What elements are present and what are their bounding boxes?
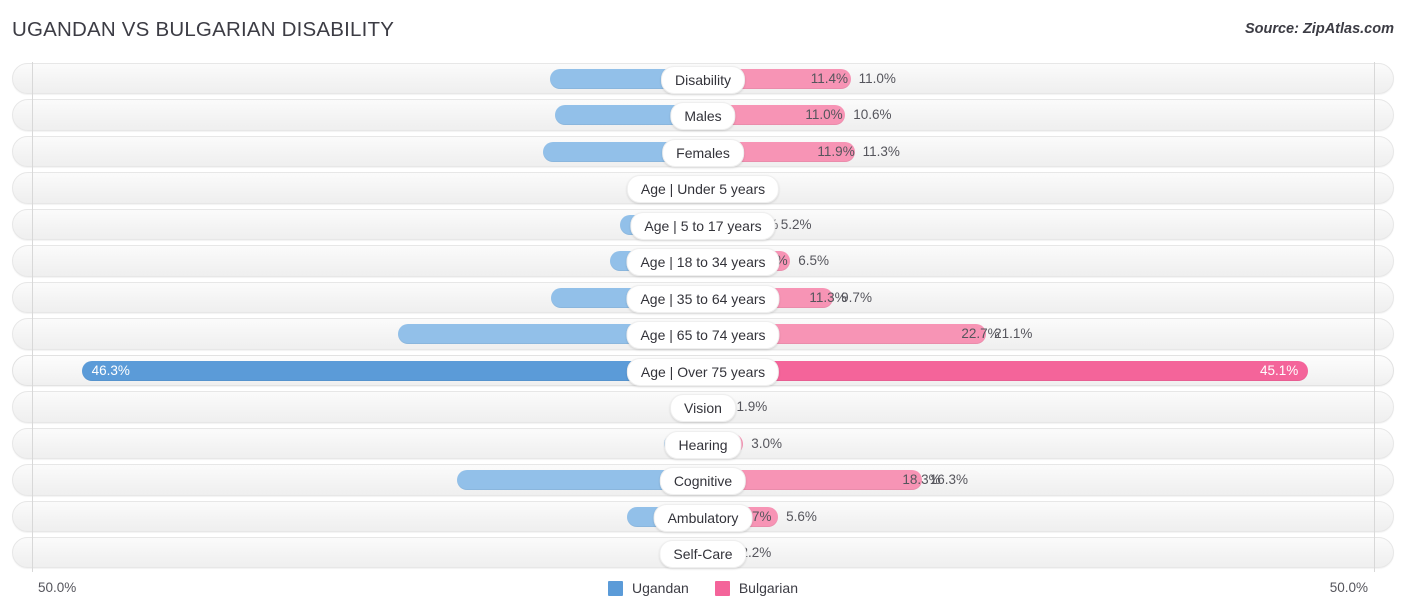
- source-attribution: Source: ZipAtlas.com: [1244, 21, 1394, 37]
- chart-row: 11.9% 11.3% Females: [0, 135, 1406, 168]
- chart-legend: Ugandan Bulgarian: [0, 580, 1406, 596]
- value-label-bulgarian: 11.3%: [862, 143, 900, 159]
- category-label: Age | Under 5 years: [626, 175, 780, 204]
- legend-swatch-icon: [608, 580, 623, 596]
- category-label: Age | 5 to 17 years: [630, 211, 776, 240]
- value-label-ugandan: 11.4%: [810, 71, 848, 86]
- chart-footer: 50.0% 50.0% Ugandan Bulgarian: [0, 572, 1406, 612]
- chart-row: 2.1%1.9%Vision: [0, 390, 1406, 423]
- category-label: Age | 65 to 74 years: [626, 321, 780, 350]
- category-label: Age | 18 to 34 years: [626, 248, 780, 277]
- value-label-ugandan: 11.0%: [805, 107, 843, 123]
- chart-row: 1.1%1.3%Age | Under 5 years: [0, 171, 1406, 204]
- chart-row: 46.3% 45.1% Age | Over 75 years: [0, 354, 1406, 387]
- bar-bulgarian: [703, 360, 1309, 381]
- category-label: Females: [662, 138, 744, 167]
- category-label: Disability: [660, 66, 746, 94]
- chart-row: 18.3% 16.3% Cognitive: [0, 463, 1406, 496]
- value-label-bulgarian: 10.6%: [853, 107, 892, 123]
- category-label: Males: [670, 102, 736, 131]
- legend-item[interactable]: Bulgarian: [714, 580, 798, 596]
- chart-row: 6.2%5.2%Age | 5 to 17 years: [0, 208, 1406, 241]
- axis-line-right: [1374, 62, 1375, 572]
- chart-row: 5.7% 5.6% Ambulatory: [0, 500, 1406, 533]
- chart-rows: 11.4% 11.0% Disability 11.0% 10.6% Males 11.9%…: [0, 62, 1406, 573]
- category-label: Age | 35 to 64 years: [626, 284, 780, 313]
- value-label-ugandan: 11.9%: [817, 143, 855, 159]
- legend-label: Ugandan: [632, 580, 689, 596]
- value-label-bulgarian: 9.7%: [841, 289, 872, 305]
- value-label-bulgarian: 6.5%: [798, 253, 829, 269]
- value-label-bulgarian: 45.1%: [1259, 362, 1299, 378]
- legend-label: Bulgarian: [738, 580, 798, 596]
- legend-item[interactable]: Ugandan: [608, 580, 689, 596]
- category-label: Cognitive: [659, 467, 747, 496]
- chart-row: 11.0% 10.6% Males: [0, 98, 1406, 131]
- category-label: Hearing: [664, 430, 742, 459]
- chart-row: 2.3%2.2%Self-Care: [0, 536, 1406, 569]
- value-label-bulgarian: 1.9%: [736, 399, 768, 415]
- chart-header: UGANDAN VS BULGARIAN DISABILITY Source: …: [0, 0, 1406, 56]
- category-label: Vision: [670, 394, 736, 423]
- category-label: Age | Over 75 years: [626, 357, 780, 386]
- value-label-bulgarian: 11.0%: [858, 71, 896, 86]
- category-label: Ambulatory: [653, 503, 753, 532]
- value-label-bulgarian: 16.3%: [929, 472, 969, 488]
- chart-row: 2.9%3.0%Hearing: [0, 427, 1406, 460]
- category-label: Self-Care: [659, 540, 747, 569]
- value-label-bulgarian: 5.6%: [786, 508, 817, 524]
- chart-row: 22.7% 21.1% Age | 65 to 74 years: [0, 317, 1406, 350]
- chart-row: 11.3% 9.7% Age | 35 to 64 years: [0, 281, 1406, 314]
- chart-row: 6.9%6.5%Age | 18 to 34 years: [0, 244, 1406, 277]
- chart-plot-area: 11.4% 11.0% Disability 11.0% 10.6% Males 11.9%…: [0, 62, 1406, 572]
- value-label-bulgarian: 21.1%: [994, 326, 1033, 342]
- chart-row: 11.4% 11.0% Disability: [0, 62, 1406, 95]
- value-label-bulgarian: 3.0%: [751, 435, 783, 451]
- page-title: UGANDAN VS BULGARIAN DISABILITY: [12, 18, 395, 41]
- value-label-ugandan: 46.3%: [91, 362, 130, 378]
- bar-ugandan: [81, 360, 703, 381]
- axis-line-left: [32, 62, 33, 572]
- legend-swatch-icon: [714, 580, 730, 596]
- value-label-bulgarian: 5.2%: [780, 216, 812, 232]
